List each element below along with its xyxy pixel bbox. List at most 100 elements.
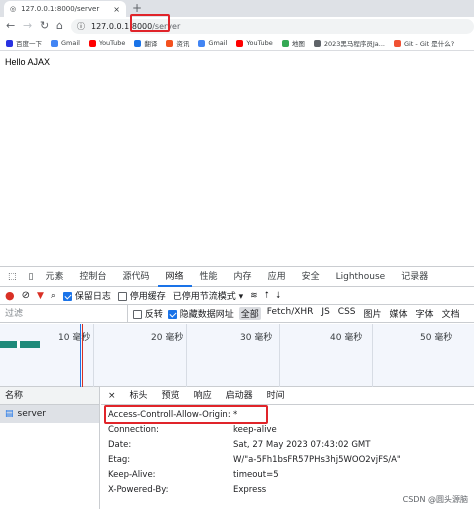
devtools-tab[interactable]: 控制台 <box>71 267 114 287</box>
tab-strip: ◎ 127.0.0.1:8000/server × + <box>0 0 474 17</box>
header-key: Keep-Alive: <box>101 470 233 480</box>
url-highlight-box <box>130 14 170 32</box>
filter-type-button[interactable]: 字体 <box>414 307 436 320</box>
close-detail-icon[interactable]: × <box>101 387 123 405</box>
request-row-server[interactable]: ▤ server <box>0 405 99 423</box>
filter-input[interactable]: 过滤 <box>0 305 128 323</box>
invert-checkbox[interactable]: 反转 <box>133 307 163 320</box>
filter-type-button[interactable]: CSS <box>336 307 358 320</box>
header-row: Keep-Alive:timeout=5 <box>101 467 474 482</box>
bookmark-favicon-icon <box>394 40 401 47</box>
devtools-tab[interactable]: 元素 <box>37 267 71 287</box>
detail-tab[interactable]: 预览 <box>155 387 187 405</box>
filter-type-button[interactable]: 文档 <box>440 307 462 320</box>
filter-type-button[interactable]: 全部 <box>239 307 261 320</box>
bookmark-item[interactable]: 2023黑马程序员Ja... <box>314 38 385 48</box>
header-row: Etag:W/"a-5Fh1bsFR57PHs3hj5WOO2vjFS/A" <box>101 452 474 467</box>
header-highlight-box <box>104 405 268 424</box>
devtools-tabs: ⬚ ▯ 元素控制台源代码网络性能内存应用安全Lighthouse记录器 <box>0 267 474 287</box>
new-tab-button[interactable]: + <box>132 1 142 15</box>
bookmark-item[interactable]: Gmail <box>51 39 80 47</box>
tab-close-icon[interactable]: × <box>113 5 120 14</box>
disable-cache-checkbox[interactable]: 停用缓存 <box>118 289 166 302</box>
header-key: Etag: <box>101 455 233 465</box>
header-value: keep-alive <box>233 425 277 435</box>
bookmark-label: YouTube <box>246 39 272 47</box>
clear-icon[interactable]: ⊘ <box>22 290 30 301</box>
import-icon[interactable]: ⭡ <box>265 291 269 301</box>
filter-type-button[interactable]: Fetch/XHR <box>265 307 316 320</box>
network-controls: ● ⊘ ▼ ⌕ 保留日志 停用缓存 已停用节流模式 ▾ ≋ ⭡ ⭣ <box>0 287 474 305</box>
name-column-header[interactable]: 名称 <box>0 387 99 405</box>
bookmark-favicon-icon <box>51 40 58 47</box>
back-icon[interactable]: ← <box>6 19 15 33</box>
device-toggle-icon[interactable]: ▯ <box>25 267 38 287</box>
bookmark-item[interactable]: YouTube <box>89 39 125 47</box>
bookmark-item[interactable]: 翻译 <box>134 38 157 48</box>
bookmark-item[interactable]: 资讯 <box>166 38 189 48</box>
filter-icon[interactable]: ▼ <box>37 291 44 301</box>
header-value: W/"a-5Fh1bsFR57PHs3hj5WOO2vjFS/A" <box>233 455 401 465</box>
bookmarks-bar: 百度一下 Gmail YouTube 翻译资讯 Gmail YouTube 地图 2023黑马… <box>0 36 474 51</box>
header-value: Express <box>233 485 266 495</box>
bookmark-label: Git - Git 是什么? <box>404 38 454 48</box>
bookmark-label: Gmail <box>61 39 80 47</box>
dom-content-loaded-line <box>80 324 81 387</box>
devtools-tab[interactable]: 应用 <box>260 267 294 287</box>
bookmark-favicon-icon <box>236 40 243 47</box>
header-value: Sat, 27 May 2023 07:43:02 GMT <box>233 440 370 450</box>
bookmark-item[interactable]: 地图 <box>282 38 305 48</box>
hide-data-urls-checkbox[interactable]: 隐藏数据网址 <box>168 307 234 320</box>
timeline-label: 30 毫秒 <box>240 330 272 343</box>
search-icon[interactable]: ⌕ <box>51 291 56 301</box>
bookmark-item[interactable]: Git - Git 是什么? <box>394 38 454 48</box>
header-key: Connection: <box>101 425 233 435</box>
detail-tab[interactable]: 响应 <box>187 387 219 405</box>
page-body-text: Hello AJAX <box>5 57 50 67</box>
document-icon: ▤ <box>5 405 14 423</box>
bookmark-item[interactable]: 百度一下 <box>6 38 42 48</box>
wifi-icon[interactable]: ≋ <box>250 291 258 301</box>
timeline-label: 20 毫秒 <box>151 330 183 343</box>
devtools-tab[interactable]: 安全 <box>294 267 328 287</box>
devtools-tab[interactable]: 网络 <box>158 267 192 287</box>
load-line <box>82 324 83 387</box>
bookmark-label: 地图 <box>292 38 305 48</box>
bookmark-favicon-icon <box>314 40 321 47</box>
tab-title: 127.0.0.1:8000/server <box>21 5 99 13</box>
detail-tab[interactable]: 标头 <box>123 387 155 405</box>
devtools-tab[interactable]: 内存 <box>226 267 260 287</box>
detail-tab[interactable]: 启动器 <box>219 387 260 405</box>
header-value: timeout=5 <box>233 470 279 480</box>
bookmark-item[interactable]: Gmail <box>198 39 227 47</box>
timeline-label: 50 毫秒 <box>420 330 452 343</box>
filter-type-button[interactable]: JS <box>319 307 331 320</box>
timeline-label: 10 毫秒 <box>58 330 90 343</box>
bookmark-favicon-icon <box>134 40 141 47</box>
bookmark-item[interactable]: YouTube <box>236 39 272 47</box>
record-icon[interactable]: ● <box>5 289 15 302</box>
reload-icon[interactable]: ↻ <box>40 19 49 33</box>
devtools-tab[interactable]: 源代码 <box>115 267 158 287</box>
inspect-icon[interactable]: ⬚ <box>0 267 25 287</box>
bookmark-favicon-icon <box>89 40 96 47</box>
request-waterfall-bar <box>0 341 40 348</box>
browser-tab[interactable]: ◎ 127.0.0.1:8000/server × <box>4 1 126 17</box>
devtools-tab[interactable]: Lighthouse <box>328 267 394 287</box>
filter-type-button[interactable]: 媒体 <box>388 307 410 320</box>
devtools-tab[interactable]: 记录器 <box>393 267 436 287</box>
forward-icon[interactable]: → <box>23 19 32 33</box>
home-icon[interactable]: ⌂ <box>56 19 63 33</box>
preserve-log-checkbox[interactable]: 保留日志 <box>63 289 111 302</box>
throttle-select[interactable]: 已停用节流模式 ▾ <box>173 289 243 302</box>
bookmark-label: 百度一下 <box>16 38 42 48</box>
header-key: X-Powered-By: <box>101 485 233 495</box>
header-row: Date:Sat, 27 May 2023 07:43:02 GMT <box>101 437 474 452</box>
detail-tab[interactable]: 时间 <box>260 387 292 405</box>
filter-type-button[interactable]: 图片 <box>362 307 384 320</box>
export-icon[interactable]: ⭣ <box>276 291 280 301</box>
request-list: 名称 ▤ server <box>0 387 100 509</box>
devtools-tab[interactable]: 性能 <box>192 267 226 287</box>
bookmark-label: 翻译 <box>144 38 157 48</box>
watermark: CSDN @圆头源脑 <box>403 494 468 505</box>
